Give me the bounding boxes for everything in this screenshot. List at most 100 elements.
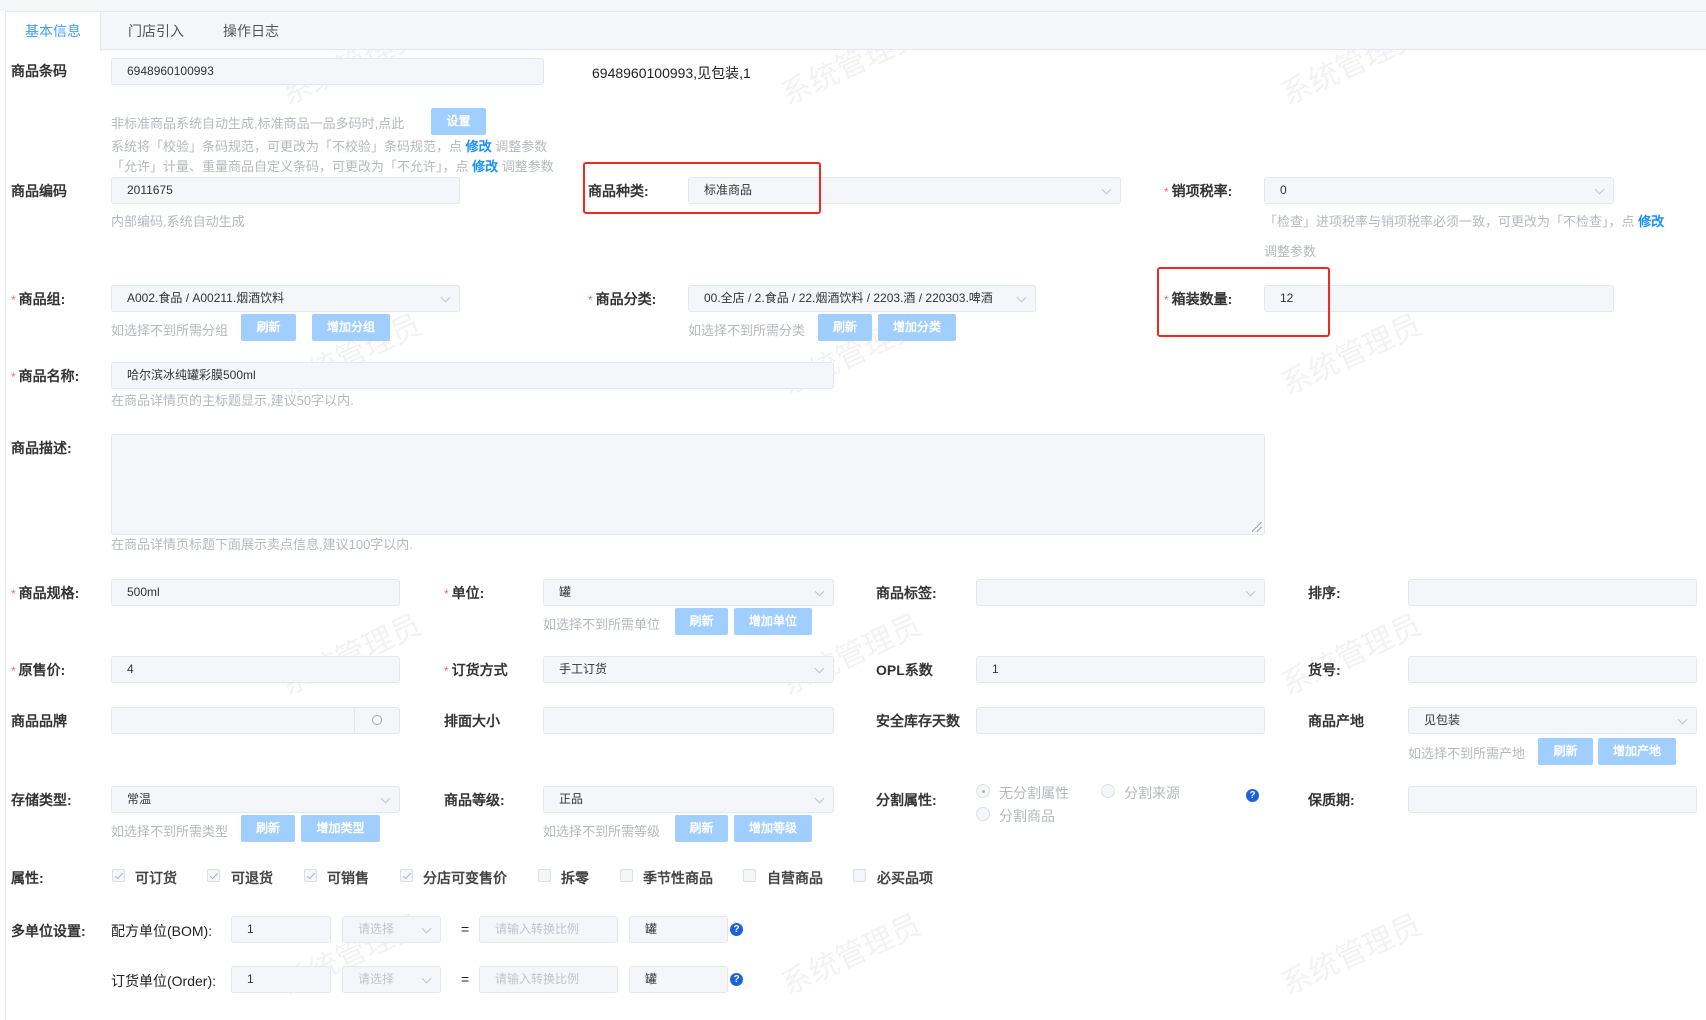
- bom-ratio-input[interactable]: 请输入转换比例: [479, 916, 618, 943]
- storage-refresh-button[interactable]: 刷新: [241, 815, 295, 842]
- brand-label: 商品品牌: [11, 713, 67, 729]
- tab-basic-info[interactable]: 基本信息: [6, 12, 101, 51]
- grade-refresh-button[interactable]: 刷新: [675, 815, 728, 842]
- checkbox-returnable[interactable]: [207, 869, 220, 882]
- storage-label: 存储类型:: [11, 792, 72, 808]
- split-radio-none[interactable]: [976, 784, 990, 798]
- brand-search-button[interactable]: [354, 708, 399, 733]
- order-mode-select[interactable]: 手工订货: [543, 656, 834, 683]
- checkbox-label: 自营商品: [767, 870, 823, 886]
- bom-base-unit: 罐: [629, 916, 728, 943]
- split-label: 分割属性:: [876, 792, 937, 808]
- brand-input[interactable]: [111, 707, 400, 734]
- checkbox-label: 必买品项: [877, 870, 933, 886]
- order-mode-label: * 订货方式: [444, 662, 508, 678]
- checkbox-must-buy[interactable]: [853, 869, 866, 882]
- split-option-label: 无分割属性: [999, 785, 1069, 801]
- custom-barcode-hint: 「允许」计量、重量商品自定义条码，可更改为「不允许」，点 修改 调整参数: [111, 156, 554, 175]
- checkbox-split[interactable]: [538, 869, 551, 882]
- unit-label: * 单位:: [444, 585, 485, 601]
- modify-link[interactable]: 修改: [1638, 214, 1664, 229]
- spec-label: * 商品规格:: [11, 585, 80, 601]
- chevron-down-icon: [380, 793, 391, 804]
- help-icon[interactable]: ?: [730, 973, 743, 986]
- tab-operation-log[interactable]: 操作日志: [211, 12, 291, 50]
- chevron-down-icon: [814, 663, 825, 674]
- equals-sign: =: [461, 921, 470, 937]
- order-unit-select[interactable]: 请选择: [342, 966, 441, 993]
- grade-hint: 如选择不到所需等级: [543, 824, 661, 839]
- watermark: 系统管理员: [1276, 908, 1427, 1002]
- order-ratio-input[interactable]: 请输入转换比例: [479, 966, 618, 993]
- code-label: 商品编码: [11, 183, 67, 199]
- tab-store-import[interactable]: 门店引入: [116, 12, 196, 50]
- unit-refresh-button[interactable]: 刷新: [675, 608, 728, 635]
- barcode-input[interactable]: 6948960100993: [111, 58, 544, 85]
- group-select[interactable]: A002.食品 / A00211.烟酒饮料: [111, 285, 460, 312]
- sort-label: 排序:: [1308, 585, 1341, 601]
- storage-hint: 如选择不到所需类型: [111, 824, 229, 839]
- add-storage-type-button[interactable]: 增加类型: [301, 815, 380, 842]
- checkbox-orderable[interactable]: [112, 869, 125, 882]
- bom-qty-input[interactable]: 1: [231, 916, 331, 943]
- category-refresh-button[interactable]: 刷新: [818, 314, 872, 341]
- help-icon[interactable]: ?: [730, 923, 743, 936]
- adjust-text: 调整参数: [495, 139, 548, 154]
- help-icon[interactable]: ?: [1246, 789, 1259, 802]
- storage-select[interactable]: 常温: [111, 786, 400, 813]
- chevron-down-icon: [1016, 292, 1027, 303]
- grade-select[interactable]: 正品: [543, 786, 834, 813]
- checkbox-store-price[interactable]: [400, 869, 413, 882]
- set-button[interactable]: 设置: [431, 108, 486, 135]
- tax-select[interactable]: 0: [1264, 177, 1614, 204]
- tags-select[interactable]: [976, 579, 1265, 606]
- safety-days-input[interactable]: [976, 707, 1265, 734]
- price-input[interactable]: 4: [111, 656, 400, 683]
- order-base-unit: 罐: [629, 966, 728, 993]
- spec-input[interactable]: 500ml: [111, 579, 400, 606]
- chevron-down-icon: [421, 973, 432, 984]
- name-input[interactable]: 哈尔滨冰纯罐彩膜500ml: [111, 362, 834, 389]
- checkbox-label: 可订货: [135, 870, 177, 886]
- checkbox-seasonal[interactable]: [620, 869, 633, 882]
- order-qty-input[interactable]: 1: [231, 966, 331, 993]
- category-select[interactable]: 00.全店 / 2.食品 / 22.烟酒饮料 / 2203.酒 / 220303…: [688, 285, 1036, 312]
- add-category-button[interactable]: 增加分类: [878, 314, 956, 341]
- modify-link[interactable]: 修改: [472, 159, 498, 174]
- origin-hint: 如选择不到所需产地: [1408, 746, 1526, 761]
- add-grade-button[interactable]: 增加等级: [734, 815, 812, 842]
- add-group-button[interactable]: 增加分组: [312, 314, 390, 341]
- group-refresh-button[interactable]: 刷新: [241, 314, 296, 341]
- opl-input[interactable]: 1: [976, 656, 1265, 683]
- tax-label: * 销项税率:: [1164, 183, 1233, 199]
- facing-input[interactable]: [543, 707, 834, 734]
- split-radio-source[interactable]: [1101, 784, 1115, 798]
- desc-textarea[interactable]: [111, 434, 1265, 535]
- origin-select[interactable]: 见包装: [1408, 707, 1697, 734]
- chevron-down-icon: [1101, 184, 1112, 195]
- modify-link[interactable]: 修改: [466, 139, 492, 154]
- checkbox-sellable[interactable]: [304, 869, 317, 882]
- barcode-label: 商品条码: [11, 63, 67, 79]
- sort-input[interactable]: [1408, 579, 1697, 606]
- split-radio-product[interactable]: [976, 807, 990, 821]
- code-input[interactable]: 2011675: [111, 177, 460, 204]
- origin-label: 商品产地: [1308, 713, 1364, 729]
- bom-unit-select[interactable]: 请选择: [342, 916, 441, 943]
- checkbox-self-operated[interactable]: [743, 869, 756, 882]
- checkbox-label: 可退货: [231, 870, 273, 886]
- item-no-input[interactable]: [1408, 656, 1697, 683]
- origin-refresh-button[interactable]: 刷新: [1538, 738, 1593, 765]
- add-origin-button[interactable]: 增加产地: [1598, 738, 1676, 765]
- chevron-down-icon: [1245, 586, 1256, 597]
- resize-handle-icon[interactable]: [1252, 522, 1262, 532]
- checkbox-label: 拆零: [561, 870, 589, 886]
- desc-hint: 在商品详情页标题下面展示卖点信息,建议100字以内.: [111, 537, 413, 552]
- add-unit-button[interactable]: 增加单位: [734, 608, 812, 635]
- desc-label: 商品描述:: [11, 440, 72, 456]
- grade-label: 商品等级:: [444, 792, 505, 808]
- safety-days-label: 安全库存天数: [876, 713, 960, 729]
- shelf-life-input[interactable]: [1408, 786, 1697, 813]
- unit-select[interactable]: 罐: [543, 579, 834, 606]
- watermark: 系统管理员: [776, 908, 927, 1002]
